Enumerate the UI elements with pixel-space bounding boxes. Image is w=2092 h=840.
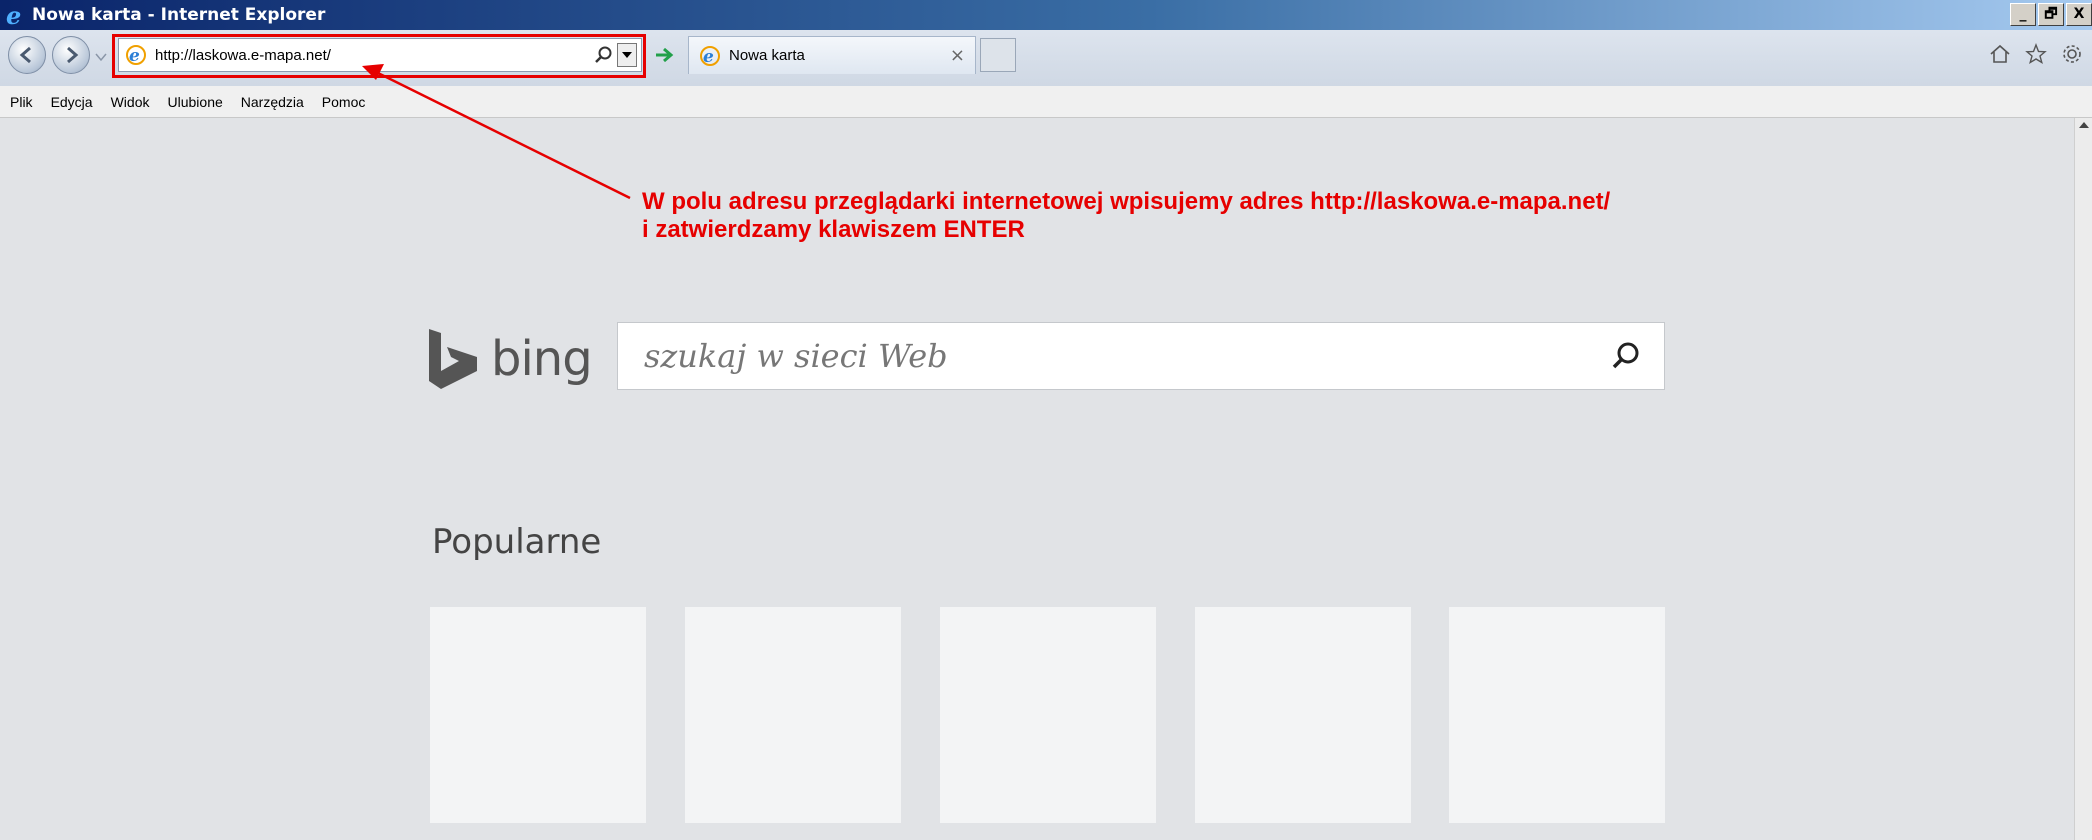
minimize-button[interactable]: _ <box>2010 3 2036 26</box>
scroll-up-arrow-icon[interactable] <box>2078 120 2090 130</box>
vertical-scrollbar[interactable] <box>2074 118 2092 840</box>
popular-tile-5[interactable] <box>1449 607 1665 823</box>
go-arrow-icon <box>656 47 674 63</box>
menu-item-ulubione[interactable]: Ulubione <box>159 94 232 110</box>
title-bar: e Nowa karta - Internet Explorer _ 🗗 X <box>0 0 2092 30</box>
navigation-bar: e http://laskowa.e-mapa.net/ e Nowa kart… <box>0 30 2092 86</box>
annotation-line-1: W polu adresu przeglądarki internetowej … <box>642 188 1611 215</box>
forward-arrow-icon <box>67 46 79 64</box>
popular-tile-3[interactable] <box>940 607 1156 823</box>
annotation-text: W polu adresu przeglądarki internetowej … <box>642 188 1610 244</box>
ie-tab-icon: e <box>700 45 720 67</box>
search-icon[interactable] <box>1610 340 1642 372</box>
go-button[interactable] <box>652 42 678 68</box>
favorites-star-icon[interactable] <box>2024 42 2048 66</box>
menu-item-edycja[interactable]: Edycja <box>42 94 102 110</box>
tab-nowa-karta[interactable]: e Nowa karta × <box>688 36 976 74</box>
bing-logo-text: bing <box>491 331 593 387</box>
window-title: Nowa karta - Internet Explorer <box>32 5 326 25</box>
bing-search-box[interactable] <box>617 322 1665 390</box>
menu-bar: Plik Edycja Widok Ulubione Narzędzia Pom… <box>0 86 2092 118</box>
tab-label: Nowa karta <box>729 47 805 64</box>
popular-tile-2[interactable] <box>685 607 901 823</box>
svg-text:e: e <box>6 3 21 27</box>
tab-close-icon[interactable]: × <box>950 45 965 66</box>
back-button[interactable] <box>8 36 46 74</box>
bing-b-icon <box>429 329 477 389</box>
popular-section-title: Popularne <box>432 522 602 562</box>
menu-item-pomoc[interactable]: Pomoc <box>313 94 375 110</box>
restore-button[interactable]: 🗗 <box>2038 3 2064 26</box>
history-dropdown-icon[interactable] <box>95 52 107 62</box>
menu-item-widok[interactable]: Widok <box>102 94 159 110</box>
new-tab-button[interactable] <box>980 38 1016 72</box>
popular-tile-4[interactable] <box>1195 607 1411 823</box>
internet-explorer-logo-icon: e <box>6 3 21 27</box>
popular-tile-1[interactable] <box>430 607 646 823</box>
svg-text:e: e <box>703 47 714 67</box>
forward-button[interactable] <box>52 36 90 74</box>
home-icon[interactable] <box>1988 42 2012 66</box>
menu-item-plik[interactable]: Plik <box>0 94 42 110</box>
annotation-line-2: i zatwierdzamy klawiszem ENTER <box>642 216 1025 243</box>
bing-logo: bing <box>425 327 593 391</box>
window-controls: _ 🗗 X <box>2010 3 2092 26</box>
back-arrow-icon <box>19 46 31 64</box>
toolbar-right-icons <box>1988 42 2084 66</box>
gear-icon[interactable] <box>2060 42 2084 66</box>
bing-search-input[interactable] <box>642 336 1610 376</box>
address-highlight-box <box>112 34 646 78</box>
menu-item-narzedzia[interactable]: Narzędzia <box>232 94 313 110</box>
close-button[interactable]: X <box>2066 3 2092 26</box>
